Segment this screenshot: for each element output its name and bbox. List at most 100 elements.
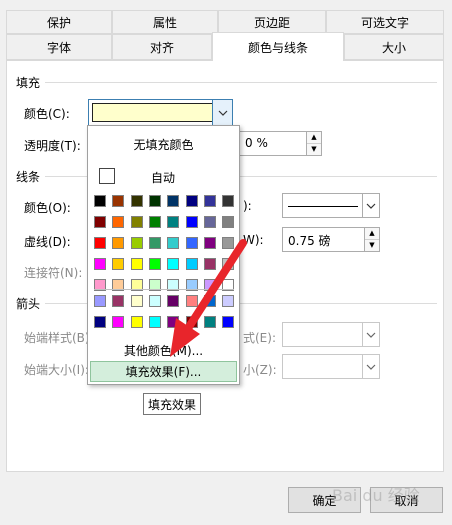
transparency-input[interactable]: 0 % ▲ ▼ [239, 131, 322, 156]
end-style-label: 式(E): [243, 331, 276, 345]
color-swatch[interactable] [203, 237, 216, 249]
color-swatch[interactable] [222, 316, 235, 328]
color-swatch[interactable] [112, 258, 125, 270]
connector-label: 连接符(N): [24, 266, 83, 280]
color-swatch[interactable] [203, 216, 216, 228]
line-section-title: 线条 [16, 170, 41, 184]
swatch-divider [94, 289, 234, 290]
color-swatch[interactable] [130, 316, 143, 328]
line-style-dropdown[interactable] [282, 193, 380, 218]
color-swatch[interactable] [185, 316, 198, 328]
line-weight-label: W): [243, 233, 264, 247]
line-style-label: ): [243, 199, 252, 213]
fill-color-label: 颜色(C): [24, 107, 70, 121]
end-size-dropdown[interactable] [282, 354, 380, 379]
transparency-value: 0 % [245, 136, 268, 150]
transparency-label: 透明度(T): [24, 139, 81, 153]
color-swatch[interactable] [148, 195, 161, 207]
color-swatch[interactable] [94, 195, 106, 207]
spin-down-icon[interactable]: ▼ [307, 143, 321, 155]
transparency-spinner[interactable]: ▲ ▼ [306, 132, 321, 155]
color-swatch[interactable] [94, 258, 106, 270]
color-swatch[interactable] [130, 216, 143, 228]
spin-down-icon[interactable]: ▼ [365, 239, 379, 251]
color-swatch[interactable] [94, 237, 106, 249]
auto-color-label[interactable]: 自动 [151, 169, 175, 186]
color-swatch[interactable] [185, 216, 198, 228]
fill-color-swatch [92, 103, 213, 122]
color-swatch[interactable] [203, 258, 216, 270]
begin-size-label: 始端大小(I): [24, 363, 89, 377]
chevron-down-icon[interactable] [212, 100, 232, 125]
color-swatch[interactable] [148, 216, 161, 228]
color-swatch[interactable] [148, 237, 161, 249]
color-swatch[interactable] [112, 295, 125, 307]
color-swatch[interactable] [203, 316, 216, 328]
color-swatch[interactable] [130, 258, 143, 270]
end-size-label: 小(Z): [243, 363, 277, 377]
color-swatch[interactable] [222, 258, 235, 270]
spin-up-icon[interactable]: ▲ [307, 132, 321, 144]
line-weight-spinner[interactable]: ▲ ▼ [364, 228, 379, 251]
line-color-label: 颜色(O): [24, 201, 71, 215]
color-swatch[interactable] [185, 237, 198, 249]
tab-alignment[interactable]: 对齐 [112, 34, 212, 60]
color-swatch[interactable] [148, 295, 161, 307]
chevron-down-icon[interactable] [362, 323, 379, 346]
color-swatch[interactable] [167, 258, 180, 270]
tab-alt-text[interactable]: 可选文字 [326, 10, 444, 34]
cancel-button[interactable]: 取消 [370, 487, 443, 513]
color-swatch[interactable] [167, 195, 180, 207]
color-swatch[interactable] [112, 237, 125, 249]
color-swatch[interactable] [185, 295, 198, 307]
color-swatch[interactable] [112, 316, 125, 328]
tab-properties[interactable]: 属性 [112, 10, 218, 34]
color-swatch[interactable] [130, 295, 143, 307]
end-style-dropdown[interactable] [282, 322, 380, 347]
begin-style-label: 始端样式(B) [24, 331, 90, 345]
tab-margins[interactable]: 页边距 [218, 10, 326, 34]
color-swatch[interactable] [112, 195, 125, 207]
fill-section-title: 填充 [16, 76, 41, 90]
color-swatch[interactable] [148, 258, 161, 270]
ok-button[interactable]: 确定 [288, 487, 361, 513]
chevron-down-icon[interactable] [362, 355, 379, 378]
color-swatch[interactable] [148, 316, 161, 328]
color-picker-popup: 无填充颜色 自动 其他颜色(M)... 填充效果(F)... [87, 125, 240, 385]
tab-protection[interactable]: 保护 [6, 10, 112, 34]
no-fill-option[interactable]: 无填充颜色 [88, 136, 239, 153]
color-swatch[interactable] [222, 195, 235, 207]
color-swatch[interactable] [130, 237, 143, 249]
color-swatch[interactable] [167, 216, 180, 228]
line-weight-value: 0.75 磅 [288, 234, 331, 248]
auto-color-swatch[interactable] [99, 168, 115, 184]
tab-size[interactable]: 大小 [344, 34, 444, 60]
tab-colors-lines[interactable]: 颜色与线条 [212, 32, 344, 61]
color-swatch[interactable] [112, 216, 125, 228]
color-swatch[interactable] [222, 237, 235, 249]
dash-label: 虚线(D): [24, 235, 71, 249]
color-swatch[interactable] [222, 216, 235, 228]
color-swatch[interactable] [185, 195, 198, 207]
line-weight-input[interactable]: 0.75 磅 ▲ ▼ [282, 227, 380, 252]
color-swatch[interactable] [94, 295, 106, 307]
color-swatch[interactable] [167, 237, 180, 249]
color-swatch[interactable] [130, 195, 143, 207]
arrows-section-title: 箭头 [16, 297, 41, 311]
color-swatch[interactable] [167, 295, 180, 307]
color-swatch[interactable] [94, 316, 106, 328]
color-swatch[interactable] [185, 258, 198, 270]
chevron-down-icon[interactable] [362, 194, 379, 217]
color-swatch[interactable] [94, 216, 106, 228]
fill-divider [45, 82, 437, 83]
color-swatch[interactable] [203, 295, 216, 307]
color-swatch[interactable] [203, 195, 216, 207]
more-colors-option[interactable]: 其他颜色(M)... [88, 342, 239, 359]
color-swatch[interactable] [167, 316, 180, 328]
fill-effects-tooltip: 填充效果 [143, 393, 202, 415]
tab-font[interactable]: 字体 [6, 34, 112, 60]
spin-up-icon[interactable]: ▲ [365, 228, 379, 240]
fill-color-dropdown[interactable] [88, 99, 233, 126]
fill-effects-option[interactable]: 填充效果(F)... [90, 361, 237, 382]
color-swatch[interactable] [222, 295, 235, 307]
